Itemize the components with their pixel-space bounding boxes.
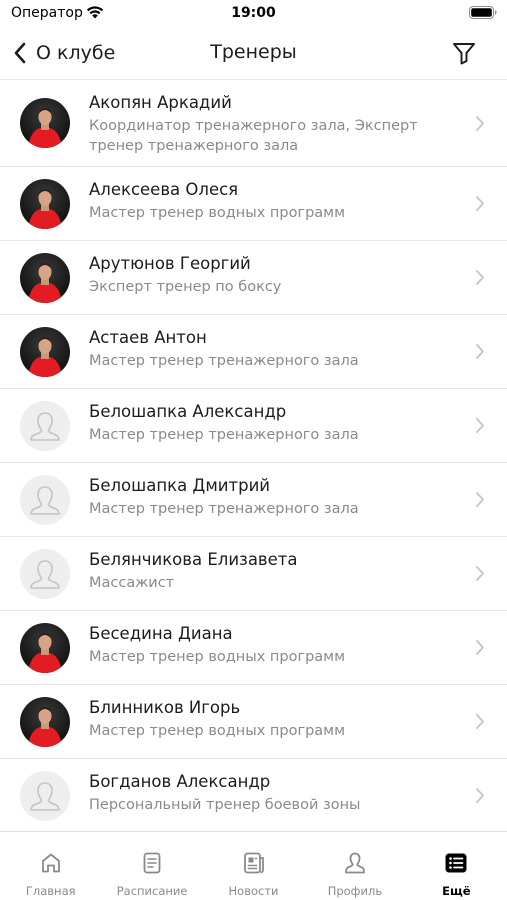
trainer-name: Беседина Диана	[89, 624, 233, 643]
trainer-row[interactable]: Арутюнов Георгий Эксперт тренер по боксу	[0, 241, 507, 315]
trainer-text: Блинников Игорь Мастер тренер водных про…	[89, 697, 463, 741]
avatar-placeholder-icon	[20, 771, 70, 821]
trainer-row[interactable]: Блинников Игорь Мастер тренер водных про…	[0, 685, 507, 759]
chevron-right-icon	[476, 270, 484, 285]
tab-schedule[interactable]: Расписание	[101, 832, 202, 900]
tab-label: Новости	[228, 884, 279, 898]
trainer-text: Белянчикова Елизавета Массажист	[89, 549, 463, 593]
avatar-placeholder-icon	[20, 475, 70, 525]
trainer-role: Мастер тренер тренажерного зала	[89, 427, 359, 443]
back-button[interactable]: О клубе	[12, 38, 115, 68]
trainer-row[interactable]: Богданов Александр Персональный тренер б…	[0, 759, 507, 831]
trainer-role: Координатор тренажерного зала, Эксперт т…	[89, 118, 418, 154]
trainer-role: Массажист	[89, 575, 175, 591]
trainer-name: Арутюнов Георгий	[89, 254, 251, 273]
trainer-text: Астаев Антон Мастер тренер тренажерного …	[89, 327, 463, 371]
trainer-row[interactable]: Белошапка Дмитрий Мастер тренер тренажер…	[0, 463, 507, 537]
trainer-row[interactable]: Белянчикова Елизавета Массажист	[0, 537, 507, 611]
trainer-row[interactable]: Беседина Диана Мастер тренер водных прог…	[0, 611, 507, 685]
profile-icon	[345, 852, 365, 874]
avatar-placeholder-icon	[20, 401, 70, 451]
trainer-role: Мастер тренер водных программ	[89, 723, 346, 739]
trainer-row[interactable]: Акопян Аркадий Координатор тренажерного …	[0, 80, 507, 167]
trainer-text: Акопян Аркадий Координатор тренажерного …	[89, 92, 463, 156]
tab-news[interactable]: Новости	[203, 832, 304, 900]
trainer-avatar-photo	[20, 253, 70, 303]
trainer-avatar-photo	[20, 327, 70, 377]
battery-icon	[469, 6, 497, 19]
trainer-text: Белошапка Дмитрий Мастер тренер тренажер…	[89, 475, 463, 519]
tab-home[interactable]: Главная	[0, 832, 101, 900]
tab-label: Расписание	[116, 884, 188, 898]
trainer-list[interactable]: Акопян Аркадий Координатор тренажерного …	[0, 80, 507, 831]
tab-bar: Главная Расписание Новости Профиль Ещё	[0, 831, 507, 900]
chevron-right-icon	[476, 196, 484, 211]
clock: 19:00	[231, 5, 276, 21]
chevron-left-icon	[14, 42, 26, 64]
trainer-name: Богданов Александр	[89, 772, 271, 791]
trainer-name: Астаев Антон	[89, 328, 207, 347]
trainer-text: Богданов Александр Персональный тренер б…	[89, 771, 463, 815]
tab-more-list[interactable]: Ещё	[406, 832, 507, 900]
trainer-text: Беседина Диана Мастер тренер водных прог…	[89, 623, 463, 667]
chevron-right-icon	[476, 566, 484, 581]
navigation-bar: О клубе Тренеры	[0, 28, 507, 80]
trainer-text: Белошапка Александр Мастер тренер тренаж…	[89, 401, 463, 445]
chevron-right-icon	[476, 640, 484, 655]
chevron-right-icon	[476, 418, 484, 433]
trainer-name: Блинников Игорь	[89, 698, 241, 717]
trainer-row[interactable]: Астаев Антон Мастер тренер тренажерного …	[0, 315, 507, 389]
tab-profile[interactable]: Профиль	[304, 832, 405, 900]
schedule-icon	[143, 852, 161, 874]
trainer-text: Алексеева Олеся Мастер тренер водных про…	[89, 179, 463, 223]
tab-label: Ещё	[442, 884, 471, 898]
news-icon	[243, 852, 264, 874]
trainer-avatar-photo	[20, 623, 70, 673]
trainer-row[interactable]: Белошапка Александр Мастер тренер тренаж…	[0, 389, 507, 463]
trainer-avatar-photo	[20, 98, 70, 148]
trainer-avatar-photo	[20, 179, 70, 229]
tab-label: Профиль	[327, 884, 383, 898]
chevron-right-icon	[476, 714, 484, 729]
trainer-name: Белянчикова Елизавета	[89, 550, 298, 569]
tab-label: Главная	[25, 884, 76, 898]
home-icon	[41, 853, 60, 873]
trainer-avatar-photo	[20, 697, 70, 747]
trainer-name: Белошапка Александр	[89, 402, 287, 421]
trainer-name: Белошапка Дмитрий	[89, 476, 271, 495]
trainer-role: Мастер тренер тренажерного зала	[89, 353, 359, 369]
trainer-role: Персональный тренер боевой зоны	[89, 797, 361, 813]
chevron-right-icon	[476, 492, 484, 507]
trainer-text: Арутюнов Георгий Эксперт тренер по боксу	[89, 253, 463, 297]
chevron-right-icon	[476, 344, 484, 359]
status-bar: Оператор 19:00	[0, 0, 507, 28]
trainer-role: Эксперт тренер по боксу	[89, 279, 282, 295]
avatar-placeholder-icon	[20, 549, 70, 599]
trainer-role: Мастер тренер водных программ	[89, 649, 346, 665]
trainer-name: Алексеева Олеся	[89, 180, 239, 199]
more-list-icon	[445, 853, 467, 873]
back-label: О клубе	[36, 42, 116, 64]
trainer-role: Мастер тренер водных программ	[89, 205, 346, 221]
trainer-name: Акопян Аркадий	[89, 93, 232, 112]
trainer-role: Мастер тренер тренажерного зала	[89, 501, 359, 517]
filter-icon[interactable]	[451, 40, 477, 66]
trainer-row[interactable]: Алексеева Олеся Мастер тренер водных про…	[0, 167, 507, 241]
chevron-right-icon	[476, 788, 484, 803]
chevron-right-icon	[476, 116, 484, 131]
